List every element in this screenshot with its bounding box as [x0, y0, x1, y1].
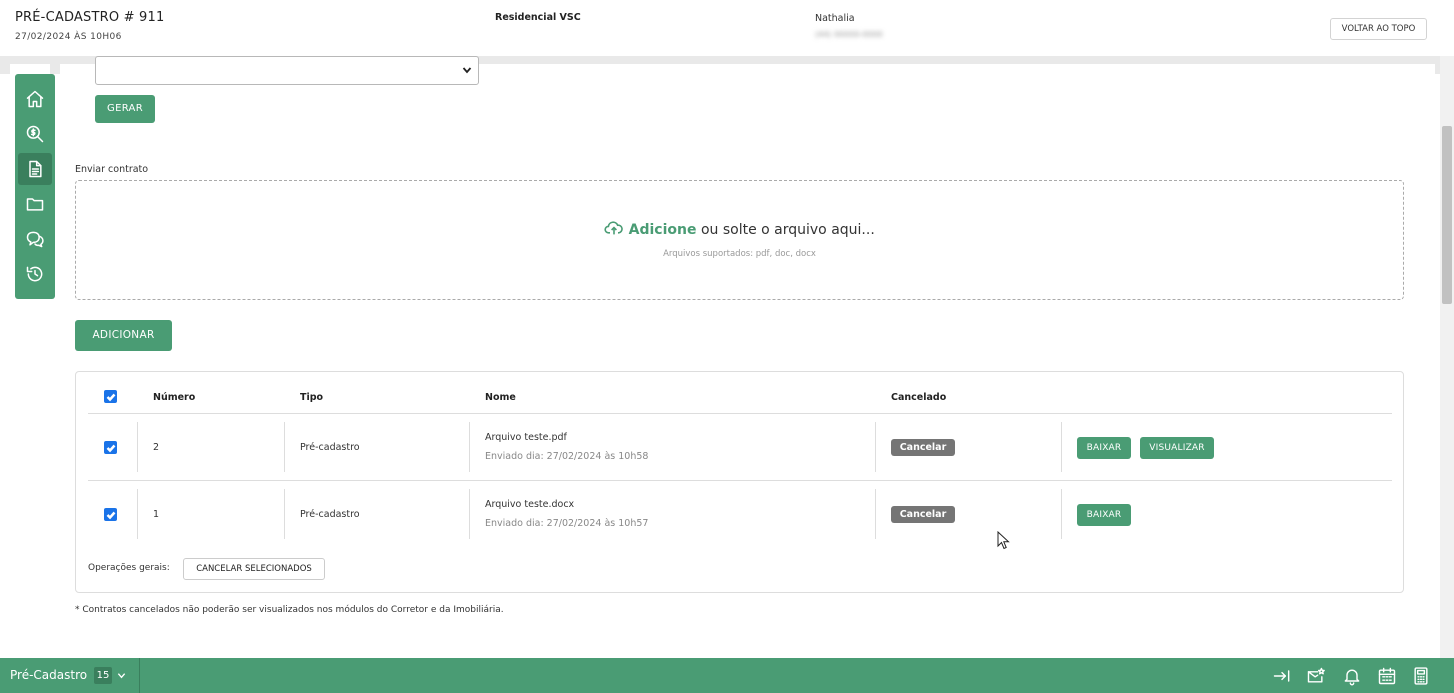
calendar-icon[interactable]: [1377, 666, 1397, 686]
dropzone-instruction: ou solte o arquivo aqui...: [700, 222, 875, 238]
view-button[interactable]: VISUALIZAR: [1140, 437, 1214, 459]
document-icon: [29, 160, 42, 178]
row-file-name: Arquivo teste.pdf: [485, 432, 567, 443]
back-to-top-button[interactable]: VOLTAR AO TOPO: [1330, 18, 1427, 40]
contract-model-select[interactable]: [95, 56, 479, 85]
check-icon: [106, 444, 115, 452]
cell-divider: [137, 422, 138, 472]
row-type: Pré-cadastro: [300, 509, 360, 520]
contracts-table: Número Tipo Nome Cancelado 2 Pré-cadastr…: [75, 371, 1404, 593]
sidebar-item-documents[interactable]: [18, 153, 52, 185]
cell-divider: [137, 489, 138, 539]
row-checkbox[interactable]: [104, 441, 117, 454]
calculator-icon[interactable]: [1411, 666, 1431, 686]
header-project: Residencial VSC: [495, 12, 581, 23]
download-button[interactable]: BAIXAR: [1077, 504, 1131, 526]
mail-star-icon[interactable]: [1306, 666, 1326, 686]
cell-divider: [469, 489, 470, 539]
sidebar-item-folders[interactable]: [18, 188, 52, 220]
scrollbar-thumb[interactable]: [1442, 126, 1452, 304]
sidebar-item-home[interactable]: [18, 83, 52, 115]
search-money-icon: [26, 125, 44, 143]
page-title: PRÉ-CADASTRO # 911: [15, 10, 165, 25]
cancel-button[interactable]: Cancelar: [891, 439, 955, 456]
row-divider: [88, 480, 1392, 481]
check-icon: [106, 393, 115, 401]
check-icon: [106, 511, 115, 519]
module-count-badge: 15: [94, 667, 112, 684]
header-user-phone: (44) 00000-0000: [815, 30, 883, 39]
row-file-name: Arquivo teste.docx: [485, 499, 575, 510]
header-datetime: 27/02/2024 ÀS 10H06: [15, 32, 122, 42]
row-type: Pré-cadastro: [300, 442, 360, 453]
sidebar-item-history[interactable]: [18, 258, 52, 290]
sidebar-item-search[interactable]: [18, 118, 52, 150]
select-all-checkbox[interactable]: [104, 390, 117, 403]
column-header-cancelled[interactable]: Cancelado: [891, 392, 946, 403]
bell-icon[interactable]: [1342, 666, 1362, 686]
cell-divider: [875, 489, 876, 539]
bottom-bar: Pré-Cadastro 15: [0, 658, 1454, 693]
page-header: PRÉ-CADASTRO # 911 27/02/2024 ÀS 10H06 R…: [0, 0, 1454, 56]
cell-divider: [1061, 422, 1062, 472]
cloud-upload-icon: [604, 221, 624, 235]
generate-button[interactable]: GERAR: [95, 95, 155, 123]
sidebar-item-chat[interactable]: [18, 223, 52, 255]
header-user-name: Nathalia: [815, 13, 855, 24]
footnote: * Contratos cancelados não poderão ser v…: [75, 605, 504, 615]
cell-divider: [1061, 489, 1062, 539]
chevron-down-icon: [462, 67, 472, 74]
cancel-selected-button[interactable]: CANCELAR SELECIONADOS: [183, 558, 325, 580]
dropzone-supported-formats: Arquivos suportados: pdf, doc, docx: [663, 249, 816, 259]
column-header-name[interactable]: Nome: [485, 392, 516, 403]
row-checkbox[interactable]: [104, 508, 117, 521]
bottom-bar-divider: [139, 658, 140, 693]
login-arrow-icon[interactable]: [1272, 666, 1292, 686]
general-operations-label: Operações gerais:: [88, 563, 170, 573]
module-switcher-label[interactable]: Pré-Cadastro: [10, 668, 87, 682]
dropzone-text: Adicione ou solte o arquivo aqui...: [76, 220, 1403, 238]
cell-divider: [875, 422, 876, 472]
row-number: 1: [153, 509, 160, 520]
cell-divider: [469, 422, 470, 472]
row-number: 2: [153, 442, 160, 453]
chat-icon: [26, 231, 44, 248]
row-sent-date: Enviado dia: 27/02/2024 às 10h58: [485, 451, 649, 462]
row-sent-date: Enviado dia: 27/02/2024 às 10h57: [485, 518, 649, 529]
dropzone-add-link[interactable]: Adicione: [629, 222, 697, 238]
cell-divider: [284, 489, 285, 539]
chevron-down-icon[interactable]: [117, 671, 126, 680]
add-button[interactable]: ADICIONAR: [75, 320, 172, 351]
cell-divider: [284, 422, 285, 472]
folder-icon: [26, 198, 44, 211]
home-icon: [26, 90, 44, 108]
cancel-button[interactable]: Cancelar: [891, 506, 955, 523]
download-button[interactable]: BAIXAR: [1077, 437, 1131, 459]
send-contract-label: Enviar contrato: [75, 164, 149, 175]
mouse-cursor-icon: [997, 531, 1010, 550]
column-header-number[interactable]: Número: [153, 392, 195, 403]
file-dropzone[interactable]: Adicione ou solte o arquivo aqui... Arqu…: [75, 180, 1404, 300]
column-header-type[interactable]: Tipo: [300, 392, 323, 403]
row-divider: [88, 413, 1392, 414]
sidebar: [15, 74, 55, 299]
history-icon: [26, 266, 43, 282]
